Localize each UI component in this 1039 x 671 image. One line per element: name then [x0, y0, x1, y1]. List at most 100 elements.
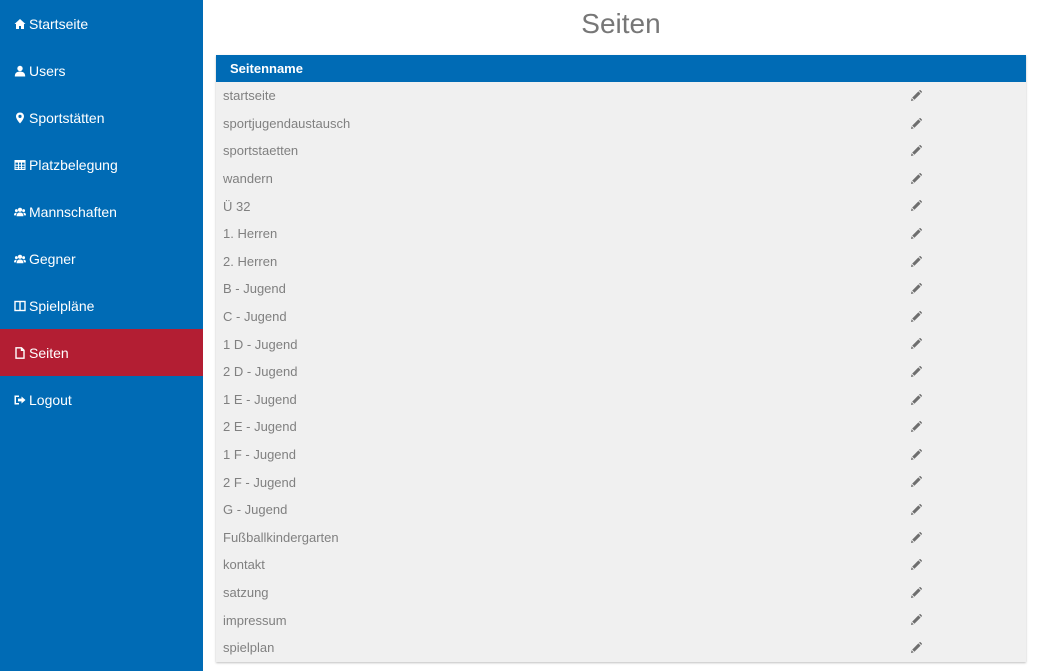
- table-row: sportstaetten: [216, 137, 1026, 165]
- map-marker-icon: [13, 111, 26, 124]
- edit-button[interactable]: [909, 282, 923, 296]
- sidebar-item-label: Sportstätten: [29, 109, 105, 126]
- sidebar-item-logout[interactable]: Logout: [0, 376, 203, 423]
- edit-button[interactable]: [909, 255, 923, 269]
- page-name: satzung: [223, 584, 269, 600]
- table-row: B - Jugend: [216, 275, 1026, 303]
- sidebar-item-users[interactable]: Users: [0, 47, 203, 94]
- sidebar-item-spielplaene[interactable]: Spielpläne: [0, 282, 203, 329]
- edit-button[interactable]: [909, 531, 923, 545]
- sidebar: Startseite Users Sportstätten Platzbeleg…: [0, 0, 203, 671]
- pencil-icon: [910, 145, 922, 157]
- sidebar-item-label: Users: [29, 62, 66, 79]
- edit-button[interactable]: [909, 117, 923, 131]
- edit-button[interactable]: [909, 558, 923, 572]
- table-row: sportjugendaustausch: [216, 110, 1026, 138]
- edit-button[interactable]: [909, 172, 923, 186]
- page-name: kontakt: [223, 557, 265, 573]
- edit-button[interactable]: [909, 475, 923, 489]
- table-row: satzung: [216, 579, 1026, 607]
- table-header: Seitenname: [216, 55, 1026, 82]
- sidebar-item-sportstaetten[interactable]: Sportstätten: [0, 94, 203, 141]
- edit-button[interactable]: [909, 89, 923, 103]
- page-name: spielplan: [223, 640, 275, 656]
- pencil-icon: [910, 172, 922, 185]
- sidebar-item-label: Spielpläne: [29, 297, 95, 314]
- page-name: sportstaetten: [223, 143, 299, 159]
- edit-button[interactable]: [909, 586, 923, 600]
- table-row: G - Jugend: [216, 496, 1026, 524]
- sidebar-item-label: Mannschaften: [29, 203, 117, 220]
- sidebar-item-label: Startseite: [29, 15, 89, 32]
- users-icon: [13, 252, 26, 265]
- column-header-seitenname: Seitenname: [230, 61, 303, 76]
- sidebar-item-label: Platzbelegung: [29, 156, 118, 173]
- pencil-icon: [910, 200, 922, 212]
- edit-button[interactable]: [909, 613, 923, 627]
- table-body: startseite sportjugendaustausch sportsta…: [216, 82, 1026, 661]
- edit-button[interactable]: [909, 420, 923, 434]
- page-name: 2 D - Jugend: [223, 364, 298, 380]
- edit-button[interactable]: [909, 448, 923, 462]
- table-row: wandern: [216, 165, 1026, 193]
- page-title: Seiten: [581, 8, 661, 39]
- pencil-icon: [910, 393, 922, 406]
- columns-icon: [13, 299, 26, 312]
- pencil-icon: [910, 117, 922, 130]
- pencil-icon: [910, 641, 922, 654]
- pencil-icon: [910, 559, 922, 571]
- pencil-icon: [910, 614, 922, 626]
- page-name: 2 F - Jugend: [223, 474, 296, 490]
- table-row: 2 E - Jugend: [216, 413, 1026, 441]
- pencil-icon: [910, 255, 922, 268]
- table-row: 1 F - Jugend: [216, 441, 1026, 469]
- table-row: startseite: [216, 82, 1026, 110]
- sidebar-item-label: Seiten: [29, 344, 69, 361]
- edit-button[interactable]: [909, 503, 923, 517]
- table-row: 1 E - Jugend: [216, 386, 1026, 414]
- pencil-icon: [910, 476, 922, 488]
- edit-button[interactable]: [909, 199, 923, 213]
- edit-button[interactable]: [909, 365, 923, 379]
- table-row: 1 D - Jugend: [216, 330, 1026, 358]
- edit-button[interactable]: [909, 641, 923, 655]
- pencil-icon: [910, 531, 922, 544]
- edit-button[interactable]: [909, 310, 923, 324]
- file-icon: [13, 346, 26, 359]
- page-name: 2. Herren: [223, 253, 278, 269]
- edit-button[interactable]: [909, 227, 923, 241]
- page-name: G - Jugend: [223, 502, 288, 518]
- pencil-icon: [910, 448, 922, 461]
- pencil-icon: [910, 283, 922, 295]
- sidebar-item-gegner[interactable]: Gegner: [0, 235, 203, 282]
- sidebar-item-label: Logout: [29, 391, 72, 408]
- table-row: kontakt: [216, 551, 1026, 579]
- sidebar-item-seiten[interactable]: Seiten: [0, 329, 203, 376]
- sidebar-item-mannschaften[interactable]: Mannschaften: [0, 188, 203, 235]
- table-row: 2 D - Jugend: [216, 358, 1026, 386]
- table-row: 2. Herren: [216, 248, 1026, 276]
- edit-button[interactable]: [909, 337, 923, 351]
- page-name: sportjugendaustausch: [223, 115, 351, 131]
- sign-out-icon: [13, 393, 26, 406]
- page-name: 1 F - Jugend: [223, 447, 296, 463]
- page-name: impressum: [223, 612, 287, 628]
- sidebar-item-label: Gegner: [29, 250, 76, 267]
- table-row: Ü 32: [216, 192, 1026, 220]
- page-name: 2 E - Jugend: [223, 419, 297, 435]
- edit-button[interactable]: [909, 144, 923, 158]
- table-row: 2 F - Jugend: [216, 468, 1026, 496]
- page-name: startseite: [223, 88, 276, 104]
- edit-button[interactable]: [909, 393, 923, 407]
- pencil-icon: [910, 310, 922, 323]
- pencil-icon: [910, 365, 922, 378]
- sidebar-item-startseite[interactable]: Startseite: [0, 0, 203, 47]
- pencil-icon: [910, 503, 922, 516]
- page-name: C - Jugend: [223, 309, 287, 325]
- main-content: Seiten Seitenname startseite sportjugend…: [203, 0, 1039, 671]
- page-name: B - Jugend: [223, 281, 286, 297]
- table-row: impressum: [216, 606, 1026, 634]
- table-row: 1. Herren: [216, 220, 1026, 248]
- page-name: Ü 32: [223, 198, 251, 214]
- sidebar-item-platzbelegung[interactable]: Platzbelegung: [0, 141, 203, 188]
